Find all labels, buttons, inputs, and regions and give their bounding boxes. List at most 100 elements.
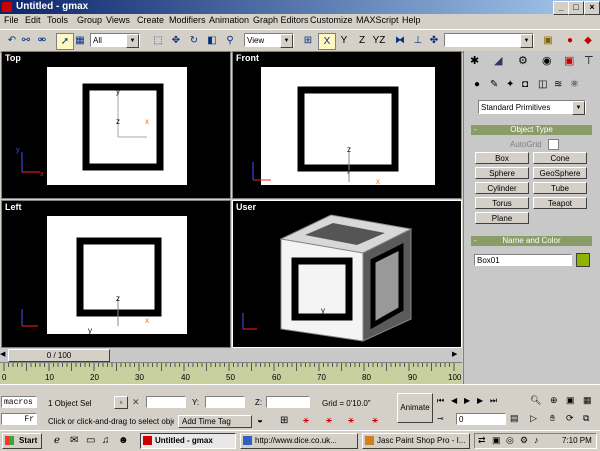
selection-filter-dropdown[interactable]: All ▼: [90, 33, 140, 48]
fr-label[interactable]: Fr: [1, 413, 37, 425]
animate-button[interactable]: Animate: [397, 393, 433, 423]
key-mode-icon[interactable]: ⚹: [372, 415, 378, 426]
add-time-tag-button[interactable]: Add Time Tag: [178, 415, 252, 428]
snap-icon[interactable]: ⚲: [222, 33, 238, 48]
geosphere-button[interactable]: GeoSphere: [533, 167, 587, 179]
name-color-rollout-header[interactable]: - Name and Color: [471, 236, 592, 246]
z-coord-field[interactable]: [266, 396, 310, 408]
named-selection-dropdown[interactable]: ▼: [444, 33, 534, 48]
menu-animation[interactable]: Animation: [209, 15, 249, 25]
key-mode-toggle-icon[interactable]: ⊸: [437, 414, 444, 423]
create-tab-icon[interactable]: ✱: [470, 54, 479, 67]
cameras-icon[interactable]: ◘: [522, 79, 528, 90]
zoom-icon[interactable]: 🔍︎: [530, 395, 541, 406]
modify-tab-icon[interactable]: ◢: [494, 54, 502, 67]
task-paintshop[interactable]: Jasc Paint Shop Pro - I...: [362, 433, 470, 449]
zoom-all-icon[interactable]: ⊕: [550, 395, 558, 406]
object-type-rollout-header[interactable]: - Object Type: [471, 125, 592, 135]
menu-modifiers[interactable]: Modifiers: [169, 15, 206, 25]
slider-left-arrow-icon[interactable]: ◀: [0, 349, 8, 361]
spinner-snap-icon[interactable]: ⚹: [348, 415, 354, 426]
time-slider-thumb[interactable]: 0 / 100: [8, 349, 110, 362]
axis-x-button[interactable]: X: [318, 33, 336, 50]
move-icon[interactable]: ✥: [168, 33, 184, 48]
quicklaunch-ie-icon[interactable]: ℯ: [54, 435, 60, 446]
shapes-icon[interactable]: ✎: [490, 79, 498, 90]
slider-right-arrow-icon[interactable]: ▶: [452, 349, 460, 361]
sphere-button[interactable]: Sphere: [475, 167, 529, 179]
goto-start-icon[interactable]: ⏮: [437, 396, 444, 406]
axis-z-button[interactable]: Z: [354, 33, 370, 48]
quicklaunch-media-icon[interactable]: ♫: [102, 435, 110, 446]
y-coord-field[interactable]: [205, 396, 245, 408]
task-gmax[interactable]: Untitled - gmax: [140, 433, 236, 449]
current-frame-field[interactable]: 0: [456, 413, 506, 425]
mirror-icon[interactable]: ⧓: [392, 33, 408, 48]
hierarchy-tab-icon[interactable]: ⚙: [518, 54, 528, 67]
viewport-top[interactable]: y z x y x Top: [1, 51, 231, 199]
render-scene-icon[interactable]: ▣: [540, 33, 556, 48]
menu-maxscript[interactable]: MAXScript: [356, 15, 399, 25]
menu-edit[interactable]: Edit: [25, 15, 41, 25]
menu-create[interactable]: Create: [137, 15, 164, 25]
select-region-icon[interactable]: ⬚: [150, 33, 166, 48]
material-icon[interactable]: ✤: [426, 33, 442, 48]
object-name-field[interactable]: Box01: [474, 254, 572, 266]
rotate-icon[interactable]: ↻: [186, 33, 202, 48]
axis-y-button[interactable]: Y: [336, 33, 352, 48]
tray-network-icon[interactable]: ⇄: [478, 435, 486, 446]
torus-button[interactable]: Torus: [475, 197, 529, 209]
task-browser[interactable]: http://www.dice.co.uk...: [240, 433, 358, 449]
tray-settings-icon[interactable]: ⚙: [520, 435, 528, 446]
fov-icon[interactable]: ▷: [530, 413, 537, 424]
maximize-button[interactable]: □: [568, 1, 584, 15]
helpers-icon[interactable]: ◫: [538, 79, 547, 90]
cylinder-button[interactable]: Cylinder: [475, 182, 529, 194]
next-frame-icon[interactable]: ▶: [477, 396, 483, 405]
box-button[interactable]: Box: [475, 152, 529, 164]
minimize-button[interactable]: _: [553, 1, 569, 15]
percent-snap-icon[interactable]: ⚹: [326, 415, 332, 426]
quicklaunch-desktop-icon[interactable]: ▭: [86, 435, 95, 446]
viewport-left[interactable]: z y x Left: [1, 200, 231, 348]
viewport-user[interactable]: y User: [232, 200, 462, 348]
time-slider[interactable]: ◀ 0 / 100 ▶: [0, 348, 462, 362]
prev-frame-icon[interactable]: ◀: [451, 396, 457, 405]
utilities-tab-icon[interactable]: ⊤: [584, 54, 594, 67]
menu-customize[interactable]: Customize: [310, 15, 353, 25]
reference-coord-dropdown[interactable]: View ▼: [244, 33, 294, 48]
menu-graph-editors[interactable]: Graph Editors: [253, 15, 309, 25]
viewport-label[interactable]: Top: [5, 53, 21, 63]
pivot-center-icon[interactable]: ⊞: [300, 33, 316, 48]
quicklaunch-outlook-icon[interactable]: ✉: [70, 435, 78, 446]
play-icon[interactable]: ▶: [464, 396, 470, 405]
start-button[interactable]: Start: [2, 433, 42, 449]
object-color-swatch[interactable]: [576, 253, 590, 267]
viewport-front[interactable]: z y x Front: [232, 51, 462, 199]
lights-icon[interactable]: ✦: [506, 79, 514, 90]
spacewarps-icon[interactable]: ≋: [554, 79, 562, 90]
macros-label[interactable]: macros: [1, 396, 37, 408]
menu-views[interactable]: Views: [106, 15, 130, 25]
zoom-extents-icon[interactable]: ▣: [566, 395, 575, 406]
time-config-icon[interactable]: ▤: [510, 413, 519, 424]
menu-tools[interactable]: Tools: [47, 15, 68, 25]
zoom-extents-all-icon[interactable]: ▦: [583, 395, 592, 406]
goto-end-icon[interactable]: ⏭: [490, 396, 497, 406]
tube-button[interactable]: Tube: [533, 182, 587, 194]
menu-file[interactable]: File: [4, 15, 19, 25]
viewport-label[interactable]: Front: [236, 53, 259, 63]
menu-group[interactable]: Group: [77, 15, 102, 25]
quicklaunch-app-icon[interactable]: ☻: [118, 435, 129, 446]
autogrid-checkbox[interactable]: [548, 139, 559, 150]
tray-cd-icon[interactable]: ◎: [506, 435, 514, 446]
link-icon[interactable]: ⚯: [18, 33, 34, 48]
cone-button[interactable]: Cone: [533, 152, 587, 164]
unlink-icon[interactable]: ⚮: [34, 33, 50, 48]
snap-toggle-icon[interactable]: ⊞: [280, 415, 288, 426]
teapot-render-icon[interactable]: ◆: [580, 33, 596, 48]
arc-rotate-icon[interactable]: ⟳: [566, 413, 574, 424]
align-icon[interactable]: ⊥: [410, 33, 426, 48]
menu-help[interactable]: Help: [402, 15, 421, 25]
viewport-label[interactable]: Left: [5, 202, 22, 212]
